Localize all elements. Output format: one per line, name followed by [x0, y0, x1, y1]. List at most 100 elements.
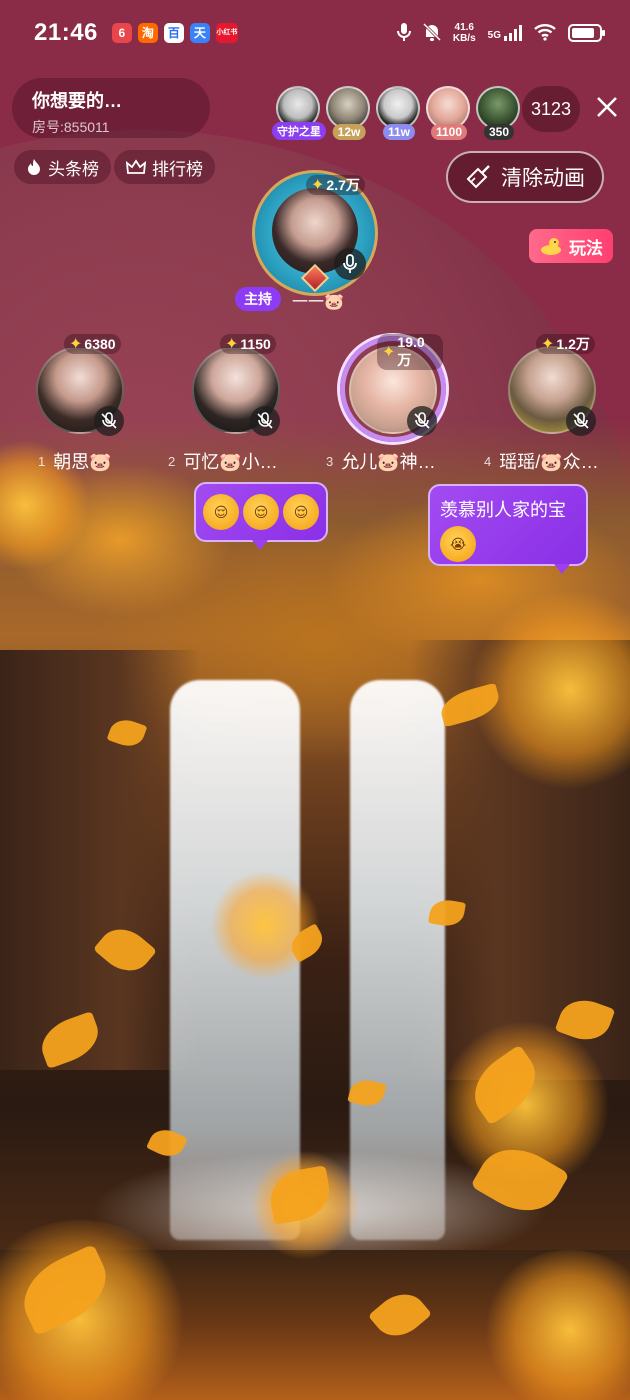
seat-score-value: 6380 — [84, 336, 116, 352]
seat-number: 2 — [168, 453, 176, 469]
duck-icon — [541, 238, 562, 255]
headlines-board-button[interactable]: 头条榜 — [14, 150, 111, 184]
viewer-avatar[interactable]: 11w — [376, 86, 422, 140]
seat-mic-button[interactable] — [407, 406, 437, 436]
bubble-tail — [554, 564, 570, 574]
clear-animation-label: 清除动画 — [501, 167, 585, 190]
room-info-card[interactable]: 你想要的… 房号:855011 — [12, 78, 210, 138]
seat-2-label[interactable]: 2 可忆🐷小… — [168, 448, 278, 474]
clear-animation-button[interactable]: 清除动画 — [446, 151, 604, 203]
seat-name: 瑶瑶/🐷众… — [499, 452, 599, 472]
seat-score: ✦ 19.0万 — [377, 334, 443, 370]
sleepy-face-emoji: 😌 — [203, 494, 239, 530]
seat-score-value: 1150 — [240, 336, 271, 352]
mic-off-icon — [573, 412, 589, 429]
seat-mic-button[interactable] — [566, 406, 596, 436]
bubble-tail — [252, 540, 268, 550]
crying-face-emoji: 😭 — [440, 526, 476, 562]
flame-icon — [28, 159, 40, 175]
broom-icon — [466, 165, 490, 189]
xiaohongshu-icon: 小红书 — [215, 23, 238, 43]
app-icon: 天 — [189, 23, 210, 43]
seat-score-value: 1.2万 — [556, 336, 590, 352]
host-score: ✦ 2.7万 — [306, 175, 365, 195]
battery-icon — [568, 24, 605, 42]
viewer-badge: 12w — [332, 124, 366, 140]
gameplay-label: 玩法 — [569, 238, 603, 258]
top-viewers-list: 守护之星 12w 11w 1100 350 — [272, 86, 522, 140]
viewer-avatar[interactable]: 350 — [476, 86, 522, 140]
seat-mic-button[interactable] — [250, 406, 280, 436]
crown-icon — [126, 159, 146, 174]
ranking-label: 排行榜 — [152, 159, 203, 179]
viewer-badge: 1100 — [430, 124, 468, 140]
network-type: 5G — [487, 30, 501, 41]
host-tag: 主持 — [235, 287, 281, 311]
guardian-badge: 守护之星 — [272, 122, 326, 140]
gameplay-button[interactable]: 玩法 — [529, 229, 613, 263]
host-score-value: 2.7万 — [326, 177, 360, 193]
star-icon: ✦ — [541, 336, 555, 353]
mute-bell-icon — [422, 22, 441, 45]
mic-icon — [343, 254, 357, 273]
online-count[interactable]: 3123 — [522, 86, 580, 132]
status-indicators: 41.6 KB/s 5G — [396, 22, 605, 45]
emoji-bubble-seat-2: 😌 😌 😌 — [194, 482, 328, 550]
viewer-badge: 11w — [382, 124, 416, 140]
star-icon: ✦ — [311, 177, 325, 194]
star-icon: ✦ — [382, 344, 396, 361]
room-title: 你想要的… — [32, 91, 122, 111]
mic-off-icon — [257, 412, 273, 429]
notification-app-icons: 6 淘 百 天 小红书 — [111, 23, 238, 43]
seat-mic-button[interactable] — [94, 406, 124, 436]
wifi-icon — [534, 23, 556, 44]
viewer-avatar[interactable]: 1100 — [426, 86, 472, 140]
seat-name: 朝思🐷 — [53, 452, 112, 472]
glow — [210, 870, 320, 980]
viewer-badge: 350 — [483, 124, 515, 140]
baidu-icon: 百 — [163, 23, 184, 43]
seat-2[interactable]: ✦ 1150 — [186, 334, 286, 452]
viewer-avatar-guardian[interactable]: 守护之星 — [272, 86, 326, 140]
seat-4[interactable]: ✦ 1.2万 — [502, 334, 602, 452]
mic-indicator-icon — [396, 22, 411, 45]
speed-unit: KB/s — [452, 33, 476, 44]
speed-value: 41.6 — [454, 22, 474, 33]
cell-signal: 5G — [488, 25, 522, 41]
taobao-icon: 淘 — [137, 23, 158, 43]
star-icon: ✦ — [69, 336, 83, 353]
viewer-avatar[interactable]: 12w — [326, 86, 372, 140]
host-name[interactable]: 一一🐷 — [292, 288, 344, 312]
headlines-label: 头条榜 — [48, 159, 99, 179]
seat-1[interactable]: ✦ 6380 — [30, 334, 130, 452]
close-icon — [597, 97, 617, 117]
seat-score: ✦ 1150 — [220, 334, 276, 354]
clock: 21:46 — [34, 19, 98, 46]
mic-off-icon — [101, 412, 117, 429]
seat-name: 允儿🐷神… — [341, 452, 436, 472]
sleepy-face-emoji: 😌 — [283, 494, 319, 530]
sleepy-face-emoji: 😌 — [243, 494, 279, 530]
app-icon: 6 — [111, 23, 132, 43]
seat-number: 3 — [326, 453, 334, 469]
mic-off-icon — [414, 412, 430, 429]
seat-number: 4 — [484, 453, 492, 469]
seat-1-label[interactable]: 1 朝思🐷 — [38, 448, 112, 474]
seat-name: 可忆🐷小… — [183, 452, 278, 472]
room-id: 房号:855011 — [32, 119, 110, 135]
seat-score-value: 19.0万 — [397, 334, 425, 368]
seat-4-label[interactable]: 4 瑶瑶/🐷众… — [484, 448, 599, 474]
star-icon: ✦ — [225, 336, 239, 353]
network-speed: 41.6 KB/s — [453, 22, 476, 44]
seat-3-label[interactable]: 3 允儿🐷神… — [326, 448, 436, 474]
ranking-board-button[interactable]: 排行榜 — [114, 150, 215, 184]
seat-score: ✦ 1.2万 — [536, 334, 595, 354]
signal-bars-icon — [504, 25, 522, 41]
seat-number: 1 — [38, 453, 46, 469]
close-button[interactable] — [592, 92, 622, 122]
host-mic-button[interactable] — [334, 248, 366, 280]
chat-bubble-seat-4: 羡慕别人家的宝 😭 — [428, 484, 588, 574]
seat-score: ✦ 6380 — [64, 334, 121, 354]
bubble-text: 羡慕别人家的宝 — [440, 500, 566, 520]
seat-3[interactable]: ✦ 19.0万 — [343, 334, 443, 452]
